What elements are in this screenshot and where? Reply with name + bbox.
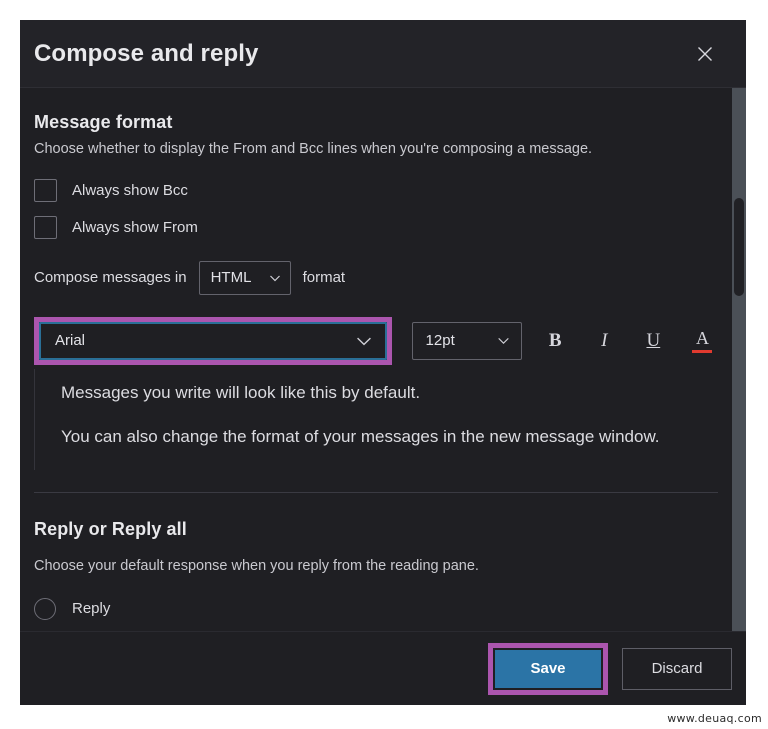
save-button-highlight-box: Save — [488, 642, 608, 695]
underline-button[interactable]: U — [638, 324, 669, 358]
dialog-body: Message format Choose whether to display… — [20, 88, 746, 631]
preview-line-1: Messages you write will look like this b… — [61, 382, 421, 402]
chevron-down-icon — [497, 338, 509, 345]
message-format-heading: Message format — [34, 112, 173, 132]
bold-button[interactable]: B — [540, 324, 571, 358]
settings-scroll-area: Message format Choose whether to display… — [20, 88, 732, 631]
font-color-swatch — [692, 349, 713, 353]
save-button[interactable]: Save — [495, 649, 601, 688]
reply-section: Reply or Reply all Choose your default r… — [34, 519, 718, 620]
compose-suffix-label: format — [302, 269, 346, 287]
screenshot-root: Compose and reply Message format Choose … — [0, 0, 768, 729]
checkbox-label-bcc: Always show Bcc — [72, 181, 188, 199]
radio-label-reply: Reply — [72, 600, 111, 618]
compose-format-value: HTML — [210, 269, 252, 287]
scrollbar-thumb[interactable] — [734, 198, 744, 296]
radio-circle-reply[interactable] — [34, 597, 56, 620]
message-format-description: Choose whether to display the From and B… — [34, 141, 593, 157]
checkbox-box-bcc[interactable] — [34, 178, 57, 202]
font-color-button[interactable]: A — [687, 324, 718, 358]
font-family-value: Arial — [55, 332, 86, 350]
checkbox-always-show-from[interactable]: Always show From — [34, 215, 718, 239]
vertical-scrollbar[interactable] — [732, 88, 746, 631]
font-size-value: 12pt — [425, 332, 455, 350]
font-toolbar: Arial 12pt B I U A — [34, 316, 718, 365]
font-select-highlight-box: Arial — [34, 316, 392, 365]
section-divider — [34, 492, 718, 494]
checkbox-always-show-bcc[interactable]: Always show Bcc — [34, 178, 718, 202]
checkbox-label-from: Always show From — [72, 218, 198, 236]
radio-option-reply[interactable]: Reply — [34, 597, 718, 620]
close-icon[interactable] — [688, 37, 722, 71]
reply-heading: Reply or Reply all — [34, 519, 187, 540]
compose-format-select[interactable]: HTML — [198, 260, 291, 295]
watermark: www.deuaq.com — [667, 712, 762, 725]
compose-and-reply-dialog: Compose and reply Message format Choose … — [20, 20, 746, 705]
chevron-down-icon — [269, 275, 280, 282]
dialog-footer: Save Discard — [20, 631, 746, 705]
compose-prefix-label: Compose messages in — [34, 269, 187, 287]
discard-button[interactable]: Discard — [622, 647, 732, 690]
message-preview[interactable]: Messages you write will look like this b… — [34, 368, 718, 471]
compose-format-row: Compose messages in HTML format — [34, 260, 718, 295]
checkbox-box-from[interactable] — [34, 215, 57, 239]
italic-button[interactable]: I — [589, 324, 620, 358]
font-color-letter: A — [695, 327, 709, 348]
font-family-select[interactable]: Arial — [39, 321, 387, 360]
preview-line-2: You can also change the format of your m… — [61, 427, 660, 447]
font-size-select[interactable]: 12pt — [411, 321, 522, 360]
dialog-header: Compose and reply — [20, 20, 746, 88]
message-format-section: Message format Choose whether to display… — [34, 112, 718, 295]
page-title: Compose and reply — [34, 39, 259, 67]
reply-description: Choose your default response when you re… — [34, 558, 479, 575]
chevron-down-icon — [356, 337, 371, 346]
